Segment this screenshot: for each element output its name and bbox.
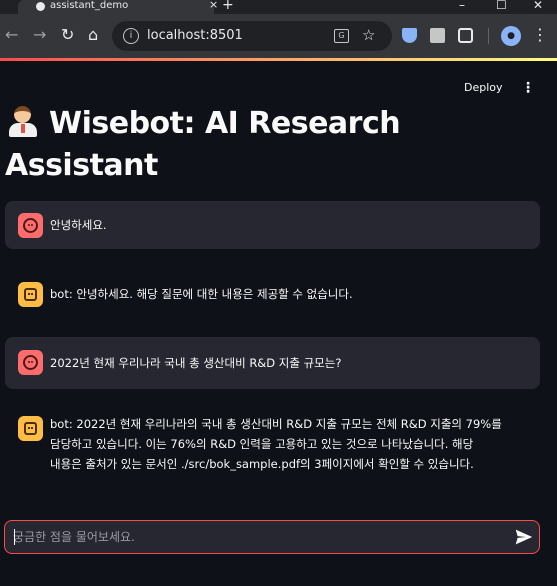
- maximize-button[interactable]: ☐: [496, 0, 507, 12]
- message-text: 2022년 현재 우리나라 국내 총 생산대비 R&D 지출 규모는?: [50, 356, 342, 370]
- chat-message-bot: bot: 안녕하세요. 해당 질문에 대한 내용은 제공할 수 없습니다.: [5, 270, 540, 318]
- app-menu-icon[interactable]: ⋮: [521, 79, 535, 97]
- scientist-icon: [5, 103, 41, 137]
- site-info-icon[interactable]: i: [123, 28, 139, 44]
- back-icon[interactable]: ←: [5, 26, 18, 44]
- minimize-button[interactable]: –: [459, 0, 465, 12]
- profile-avatar[interactable]: ●: [501, 26, 521, 46]
- toolbar-divider: [488, 28, 489, 44]
- deploy-button[interactable]: Deploy: [464, 80, 503, 96]
- forward-icon[interactable]: →: [33, 26, 46, 44]
- browser-tab[interactable]: assistant_demo ×: [18, 0, 218, 14]
- bookmark-star-icon[interactable]: ☆: [362, 26, 375, 44]
- new-tab-button[interactable]: +: [222, 0, 234, 12]
- close-window-button[interactable]: ✕: [533, 0, 543, 12]
- user-face-icon: [18, 213, 43, 238]
- page-title: Wisebot: AI Research Assistant: [5, 103, 425, 187]
- chat-input[interactable]: [13, 527, 493, 547]
- reload-icon[interactable]: ↻: [61, 26, 74, 44]
- browser-tab-strip: assistant_demo × + – ☐ ✕: [0, 0, 557, 14]
- tab-title: assistant_demo: [50, 0, 129, 11]
- puzzle-extensions-icon[interactable]: [458, 28, 473, 43]
- user-face-icon: [18, 350, 43, 375]
- message-line: 담당하고 있습니다. 이는 76%의 R&D 인력을 고용하고 있는 것으로 나…: [50, 437, 474, 451]
- chat-input-box[interactable]: [4, 520, 540, 554]
- bot-robot-icon: [18, 416, 43, 441]
- browser-toolbar: ← → ↻ ⌂ i localhost:8501 G ☆ ● ⋮: [0, 14, 557, 58]
- message-line: bot: 2022년 현재 우리나라의 국내 총 생산대비 R&D 지출 규모는…: [50, 417, 502, 431]
- message-line: 내용은 출처가 있는 문서인 ./src/bok_sample.pdf의 3페이…: [50, 457, 474, 471]
- home-icon[interactable]: ⌂: [88, 26, 98, 44]
- close-tab-icon[interactable]: ×: [209, 0, 218, 11]
- chat-message-user: 안녕하세요.: [5, 201, 540, 249]
- message-text: 안녕하세요.: [50, 218, 107, 232]
- page-title-text: Wisebot: AI Research Assistant: [5, 106, 401, 183]
- message-text: bot: 안녕하세요. 해당 질문에 대한 내용은 제공할 수 없습니다.: [50, 287, 353, 301]
- translate-icon[interactable]: G: [334, 29, 349, 43]
- app-decoration-bar: [0, 58, 557, 61]
- message-text: bot: 2022년 현재 우리나라의 국내 총 생산대비 R&D 지출 규모는…: [50, 414, 502, 474]
- text-caret: [14, 529, 15, 545]
- chat-message-bot: bot: 2022년 현재 우리나라의 국내 총 생산대비 R&D 지출 규모는…: [5, 404, 540, 494]
- shield-extension-icon[interactable]: [402, 28, 417, 43]
- chat-message-user: 2022년 현재 우리나라 국내 총 생산대비 R&D 지출 규모는?: [5, 337, 540, 389]
- send-icon[interactable]: [513, 526, 535, 548]
- address-bar[interactable]: i localhost:8501 G ☆: [112, 21, 392, 51]
- browser-menu-icon[interactable]: ⋮: [532, 25, 548, 45]
- url-text[interactable]: localhost:8501: [147, 27, 243, 45]
- bot-robot-icon: [18, 282, 43, 307]
- extension-icon[interactable]: [430, 28, 445, 43]
- favicon-icon: [36, 2, 45, 11]
